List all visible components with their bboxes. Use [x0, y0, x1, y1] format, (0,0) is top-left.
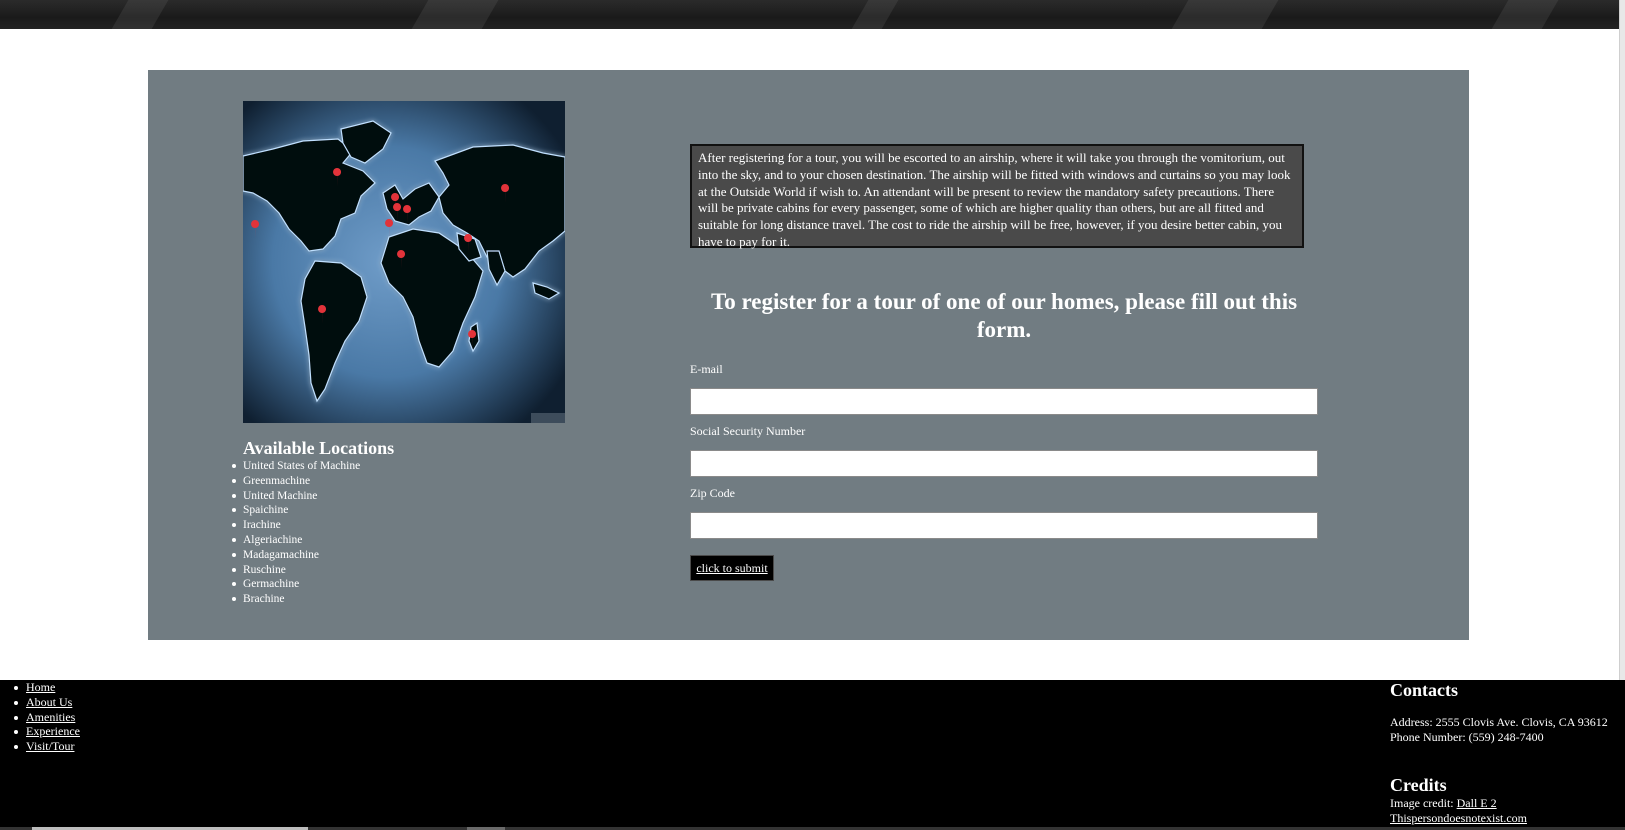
form-heading: To register for a tour of one of our hom… — [710, 289, 1298, 342]
location-item: Algeriachine — [231, 533, 394, 548]
zip-label: Zip Code — [690, 486, 735, 500]
location-item: Spaichine — [231, 503, 394, 518]
top-banner-image — [0, 0, 1625, 29]
footer-nav-item-amenities: Amenities — [14, 710, 80, 725]
location-item: Madagamachine — [231, 548, 394, 563]
address-text: Address: 2555 Clovis Ave. Clovis, CA 936… — [1390, 715, 1608, 729]
location-item: Irachine — [231, 518, 394, 533]
tour-panel: Available Locations United States of Mac… — [148, 70, 1469, 640]
footer-nav-item-about: About Us — [14, 695, 80, 710]
nav-link-amenities[interactable]: Amenities — [26, 710, 75, 724]
image-credit-prefix: Image credit: — [1390, 796, 1457, 810]
location-item: Greenmachine — [231, 474, 394, 489]
thisperson-link[interactable]: Thispersondoesnotexist.com — [1390, 811, 1527, 825]
footer-nav-item-home: Home — [14, 680, 80, 695]
image-credit-line: Image credit: Dall E 2 — [1390, 796, 1625, 811]
location-item: United States of Machine — [231, 459, 394, 474]
location-item: Germachine — [231, 577, 394, 592]
location-item: Ruschine — [231, 563, 394, 578]
locations-list: United States of Machine Greenmachine Un… — [231, 459, 394, 607]
email-label: E-mail — [690, 362, 723, 376]
credits-section: Credits Image credit: Dall E 2 Thisperso… — [1390, 775, 1625, 826]
vertical-scrollbar[interactable] — [1619, 0, 1625, 680]
locations-heading: Available Locations — [243, 438, 395, 458]
credit-line-2: Thispersondoesnotexist.com — [1390, 811, 1625, 826]
nav-link-experience[interactable]: Experience — [26, 724, 80, 738]
footer-nav: Home About Us Amenities Experience Visit… — [14, 680, 80, 754]
submit-button[interactable]: click to submit — [690, 555, 774, 581]
nav-link-home[interactable]: Home — [26, 680, 55, 694]
locations-section: Available Locations United States of Mac… — [231, 438, 395, 607]
nav-link-visit-tour[interactable]: Visit/Tour — [26, 739, 74, 753]
ssn-label: Social Security Number — [690, 424, 806, 438]
world-map-image — [243, 101, 565, 423]
email-field[interactable] — [690, 388, 1318, 415]
footer-nav-item-visit: Visit/Tour — [14, 739, 80, 754]
ssn-field[interactable] — [690, 450, 1318, 477]
contacts-heading: Contacts — [1390, 680, 1458, 700]
credits-heading: Credits — [1390, 775, 1447, 795]
airship-info-box: After registering for a tour, you will b… — [690, 144, 1304, 249]
contacts-section: Contacts Address: 2555 Clovis Ave. Clovi… — [1390, 680, 1625, 745]
dall-e-link[interactable]: Dall E 2 — [1457, 796, 1497, 810]
footer-nav-item-experience: Experience — [14, 724, 80, 739]
location-item: United Machine — [231, 489, 394, 504]
zip-field[interactable] — [690, 512, 1318, 539]
location-item: Brachine — [231, 592, 394, 607]
phone-text: Phone Number: (559) 248-7400 — [1390, 729, 1544, 744]
footer: Home About Us Amenities Experience Visit… — [0, 680, 1625, 830]
nav-link-about[interactable]: About Us — [26, 695, 72, 709]
